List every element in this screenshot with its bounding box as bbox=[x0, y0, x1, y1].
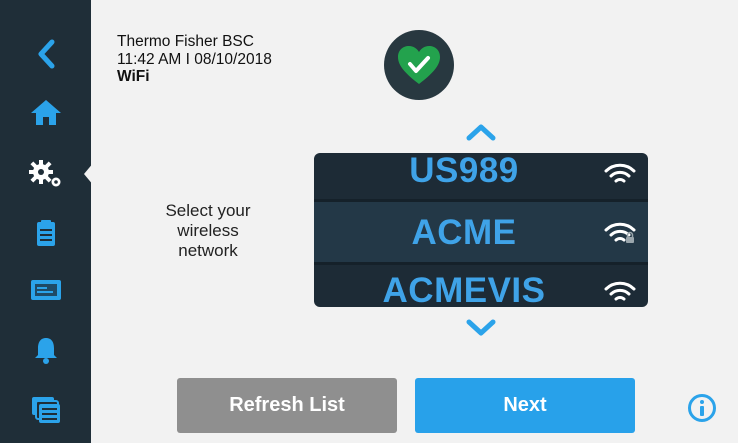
scroll-up-button[interactable] bbox=[464, 120, 498, 144]
screen-title: WiFi bbox=[117, 68, 150, 85]
display-icon[interactable] bbox=[0, 264, 91, 316]
wifi-secured-icon bbox=[604, 222, 636, 243]
network-row[interactable]: ACMEVIS bbox=[314, 265, 648, 307]
wifi-signal-icon bbox=[604, 281, 636, 301]
network-picker[interactable]: US989 ACME ACMEVIS bbox=[314, 153, 648, 307]
time-date: 11:42 AM I 08/10/2018 bbox=[117, 50, 272, 68]
refresh-list-button[interactable]: Refresh List bbox=[177, 378, 397, 433]
network-ssid: ACMEVIS bbox=[382, 271, 546, 307]
chevron-up-icon bbox=[466, 124, 496, 141]
heart-check-icon bbox=[398, 46, 440, 84]
bell-icon[interactable] bbox=[0, 324, 91, 376]
back-icon[interactable] bbox=[0, 28, 91, 80]
next-button[interactable]: Next bbox=[415, 378, 635, 433]
device-name: Thermo Fisher BSC bbox=[117, 33, 254, 50]
prompt-line: Select your bbox=[165, 201, 251, 220]
sidebar bbox=[0, 0, 94, 443]
settings-icon[interactable] bbox=[0, 148, 91, 200]
prompt-line: network bbox=[178, 241, 238, 260]
network-row[interactable]: US989 bbox=[314, 153, 648, 197]
network-ssid: ACME bbox=[411, 213, 517, 252]
chevron-down-icon bbox=[466, 319, 496, 336]
active-indicator bbox=[84, 162, 94, 186]
wifi-setup-screen: Thermo Fisher BSC 11:42 AM I 08/10/2018 … bbox=[0, 0, 738, 443]
status-badge bbox=[384, 30, 454, 100]
clipboard-icon[interactable] bbox=[0, 207, 91, 259]
stack-icon[interactable] bbox=[0, 384, 91, 436]
scroll-down-button[interactable] bbox=[464, 316, 498, 340]
header: Thermo Fisher BSC 11:42 AM I 08/10/2018 … bbox=[117, 33, 272, 86]
select-network-prompt: Select your wireless network bbox=[140, 201, 276, 261]
network-ssid: US989 bbox=[409, 153, 519, 190]
info-icon[interactable] bbox=[687, 393, 717, 423]
wifi-signal-icon bbox=[604, 163, 636, 183]
network-row-selected[interactable]: ACME bbox=[314, 202, 648, 262]
home-icon[interactable] bbox=[0, 86, 91, 138]
prompt-line: wireless bbox=[177, 221, 239, 240]
